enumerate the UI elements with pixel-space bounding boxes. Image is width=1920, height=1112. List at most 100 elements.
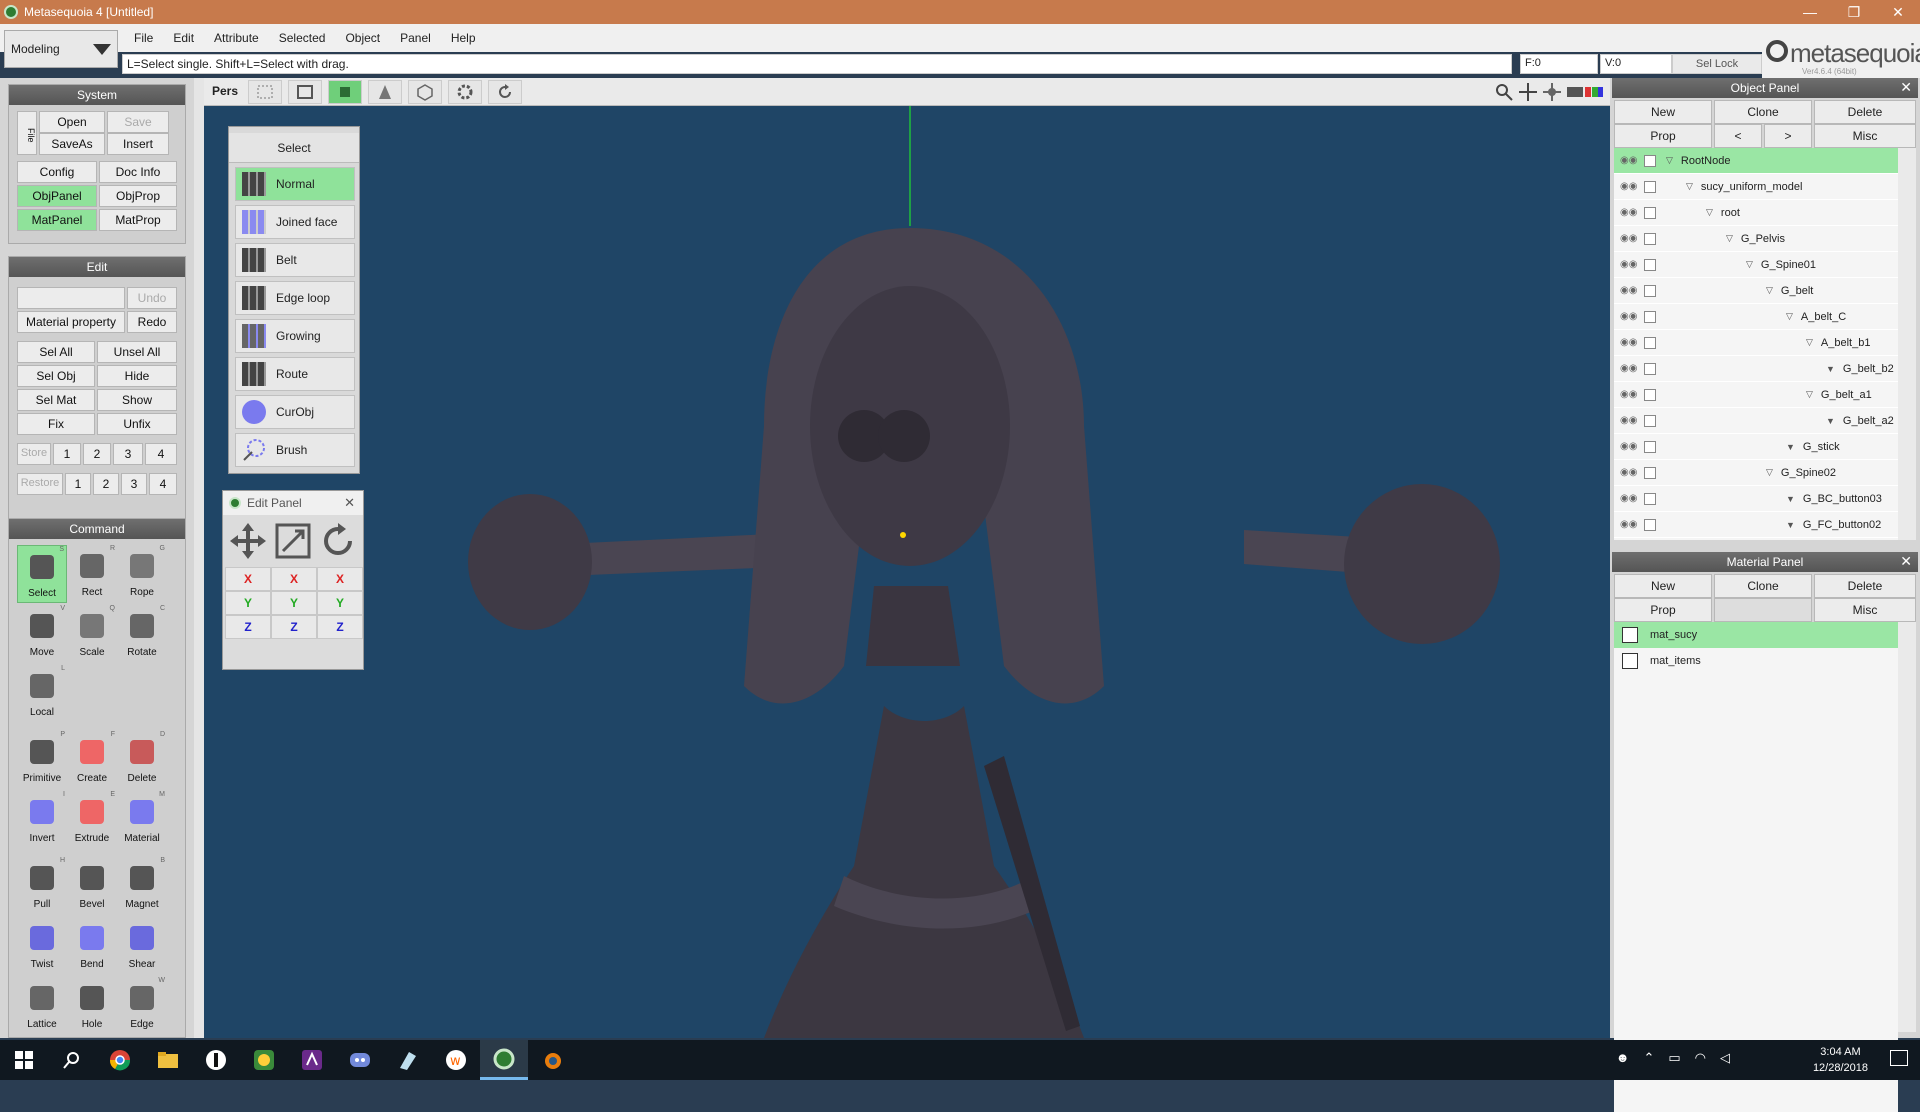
command-extrude[interactable]: Extrude E xyxy=(67,791,117,849)
insert-button[interactable]: Insert xyxy=(107,133,169,155)
visibility-eye-icon[interactable]: ◉◉ xyxy=(1620,233,1638,244)
visibility-eye-icon[interactable]: ◉◉ xyxy=(1620,493,1638,504)
command-scale[interactable]: Scale Q xyxy=(67,605,117,663)
material-item[interactable]: mat_sucy xyxy=(1614,622,1898,648)
object-clone-button[interactable]: Clone xyxy=(1714,100,1812,124)
restore-slot-2[interactable]: 2 xyxy=(93,473,119,495)
command-magnet[interactable]: Magnet B xyxy=(117,857,167,915)
object-tree-row[interactable]: ◉◉ ▽ G_belt xyxy=(1614,278,1898,304)
zoom-icon[interactable] xyxy=(1494,82,1514,102)
object-tree-row[interactable]: ◉◉ ▽ A_belt_b1 xyxy=(1614,330,1898,356)
blender-icon[interactable] xyxy=(528,1040,576,1080)
shaded-view-button[interactable] xyxy=(328,80,362,104)
object-next-button[interactable]: > xyxy=(1764,124,1812,148)
command-twist[interactable]: Twist xyxy=(17,917,67,975)
object-tree-row[interactable]: ◉◉ ▼ G_belt_a2 xyxy=(1614,408,1898,434)
file-tab[interactable]: File xyxy=(17,111,37,155)
expand-triangle-icon[interactable]: ▽ xyxy=(1706,207,1713,218)
undo-button[interactable]: Undo xyxy=(127,287,177,309)
visibility-eye-icon[interactable]: ◉◉ xyxy=(1620,363,1638,374)
projection-label[interactable]: Pers xyxy=(212,84,238,98)
people-icon[interactable]: ☻ xyxy=(1616,1050,1630,1066)
expand-triangle-icon[interactable]: ▽ xyxy=(1786,311,1793,322)
restore-slot-4[interactable]: 4 xyxy=(149,473,177,495)
select-route[interactable]: Route xyxy=(235,357,355,391)
expand-triangle-icon[interactable]: ▽ xyxy=(1766,285,1773,296)
visibility-eye-icon[interactable]: ◉◉ xyxy=(1620,181,1638,192)
expand-triangle-icon[interactable]: ▽ xyxy=(1686,181,1693,192)
unfix-button[interactable]: Unfix xyxy=(97,413,177,435)
move-y-button[interactable]: Y xyxy=(225,591,271,615)
lock-checkbox[interactable] xyxy=(1644,180,1656,193)
battery-icon[interactable]: ▭ xyxy=(1668,1050,1680,1066)
menu-file[interactable]: File xyxy=(124,31,163,45)
object-prev-button[interactable]: < xyxy=(1714,124,1762,148)
object-prop-button[interactable]: Prop xyxy=(1614,124,1712,148)
visibility-eye-icon[interactable]: ◉◉ xyxy=(1620,311,1638,322)
matpanel-button[interactable]: MatPanel xyxy=(17,209,97,231)
left-panel-scrollbar[interactable] xyxy=(194,78,204,1038)
object-tree-row[interactable]: ◉◉ ▽ G_Spine01 xyxy=(1614,252,1898,278)
collapsed-triangle-icon[interactable]: ▼ xyxy=(1826,416,1835,426)
expand-triangle-icon[interactable]: ▽ xyxy=(1806,337,1813,348)
lock-checkbox[interactable] xyxy=(1644,466,1656,479)
sel-lock-button[interactable]: Sel Lock xyxy=(1672,54,1762,74)
visibility-eye-icon[interactable]: ◉◉ xyxy=(1620,389,1638,400)
material-misc-button[interactable]: Misc xyxy=(1814,598,1916,622)
object-tree-row[interactable]: ◉◉ ▽ root xyxy=(1614,200,1898,226)
mode-select[interactable]: Modeling xyxy=(4,30,118,68)
command-rope[interactable]: Rope G xyxy=(117,545,167,603)
show-button[interactable]: Show xyxy=(97,389,177,411)
lock-checkbox[interactable] xyxy=(1644,414,1656,427)
restore-button[interactable]: ❐ xyxy=(1832,0,1876,24)
select-normal[interactable]: Normal xyxy=(235,167,355,201)
sel-all-button[interactable]: Sel All xyxy=(17,341,95,363)
sel-mat-button[interactable]: Sel Mat xyxy=(17,389,95,411)
object-list-scrollbar[interactable] xyxy=(1898,148,1916,540)
material-list-scrollbar[interactable] xyxy=(1898,622,1916,1032)
tray-expand-icon[interactable]: ⌃ xyxy=(1643,1050,1654,1066)
paint-icon[interactable] xyxy=(384,1040,432,1080)
scale-z-button[interactable]: Z xyxy=(271,615,317,639)
menu-help[interactable]: Help xyxy=(441,31,486,45)
visibility-eye-icon[interactable]: ◉◉ xyxy=(1620,519,1638,530)
collapsed-triangle-icon[interactable]: ▼ xyxy=(1786,442,1795,452)
windows-start-icon[interactable] xyxy=(0,1040,48,1080)
command-lattice[interactable]: Lattice xyxy=(17,977,67,1035)
material-clone-button[interactable]: Clone xyxy=(1714,574,1812,598)
green-app-icon[interactable] xyxy=(240,1040,288,1080)
matprop-button[interactable]: MatProp xyxy=(99,209,177,231)
command-bend[interactable]: Bend xyxy=(67,917,117,975)
object-tree-row[interactable]: ◉◉ ▼ G_BC_button03 xyxy=(1614,486,1898,512)
objpanel-button[interactable]: ObjPanel xyxy=(17,185,97,207)
visibility-eye-icon[interactable]: ◉◉ xyxy=(1620,155,1638,166)
store-slot-3[interactable]: 3 xyxy=(113,443,143,465)
move-x-button[interactable]: X xyxy=(225,567,271,591)
scale-x-button[interactable]: X xyxy=(271,567,317,591)
object-tree-row[interactable]: ◉◉ ▽ G_belt_a1 xyxy=(1614,382,1898,408)
lock-checkbox[interactable] xyxy=(1644,284,1656,297)
saveas-button[interactable]: SaveAs xyxy=(39,133,105,155)
object-tree-row[interactable]: ◉◉ ▼ G_FC_button02 xyxy=(1614,512,1898,538)
object-misc-button[interactable]: Misc xyxy=(1814,124,1916,148)
material-new-button[interactable]: New xyxy=(1614,574,1712,598)
minimize-button[interactable]: — xyxy=(1788,0,1832,24)
rotate-y-button[interactable]: Y xyxy=(317,591,363,615)
visibility-eye-icon[interactable]: ◉◉ xyxy=(1620,415,1638,426)
material-item[interactable]: mat_items xyxy=(1614,648,1898,674)
lock-checkbox[interactable] xyxy=(1644,440,1656,453)
object-delete-button[interactable]: Delete xyxy=(1814,100,1916,124)
fix-button[interactable]: Fix xyxy=(17,413,95,435)
wattpad-icon[interactable]: w xyxy=(432,1040,480,1080)
command-invert[interactable]: Invert I xyxy=(17,791,67,849)
command-rect[interactable]: Rect R xyxy=(67,545,117,603)
visibility-eye-icon[interactable]: ◉◉ xyxy=(1620,441,1638,452)
select-growing[interactable]: Growing xyxy=(235,319,355,353)
command-hole[interactable]: Hole xyxy=(67,977,117,1035)
select-joined-face[interactable]: Joined face xyxy=(235,205,355,239)
docinfo-button[interactable]: Doc Info xyxy=(99,161,177,183)
settings-button[interactable] xyxy=(448,80,482,104)
lock-checkbox[interactable] xyxy=(1644,154,1656,167)
material-prop-button[interactable]: Prop xyxy=(1614,598,1712,622)
expand-triangle-icon[interactable]: ▽ xyxy=(1666,155,1673,166)
